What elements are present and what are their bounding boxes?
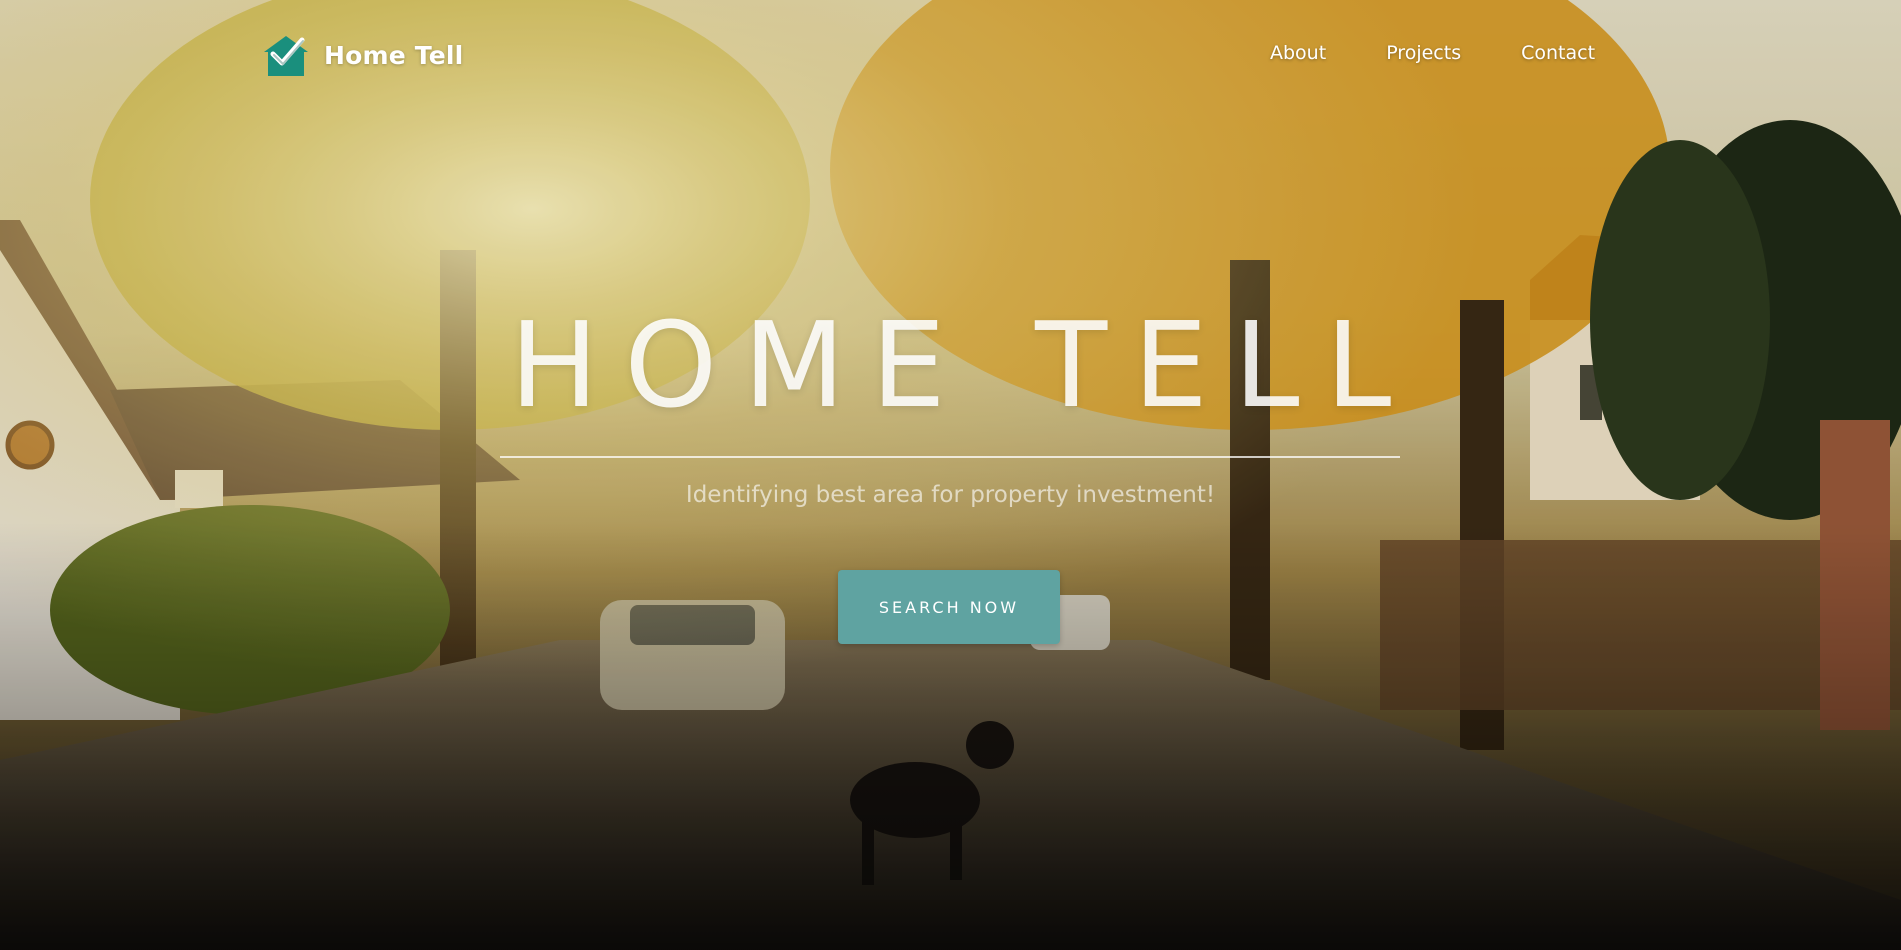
title-divider [500,456,1400,458]
hero-title: HOME TELL [509,296,1418,434]
brand-name: Home Tell [324,40,464,70]
hero-section: Home Tell About Projects Contact HOME TE… [0,0,1901,950]
house-check-icon [264,36,308,76]
nav-link-about[interactable]: About [1270,42,1326,64]
hero-tagline: Identifying best area for property inves… [685,482,1216,508]
brand-link[interactable]: Home Tell [262,32,463,78]
nav-links: About Projects Contact [1270,42,1655,64]
nav-link-contact[interactable]: Contact [1521,42,1595,64]
hero-background-photo [0,0,1901,950]
top-navbar: Home Tell About Projects Contact [0,0,1901,110]
search-now-button[interactable]: SEARCH NOW [838,570,1060,644]
nav-link-projects[interactable]: Projects [1386,42,1461,64]
